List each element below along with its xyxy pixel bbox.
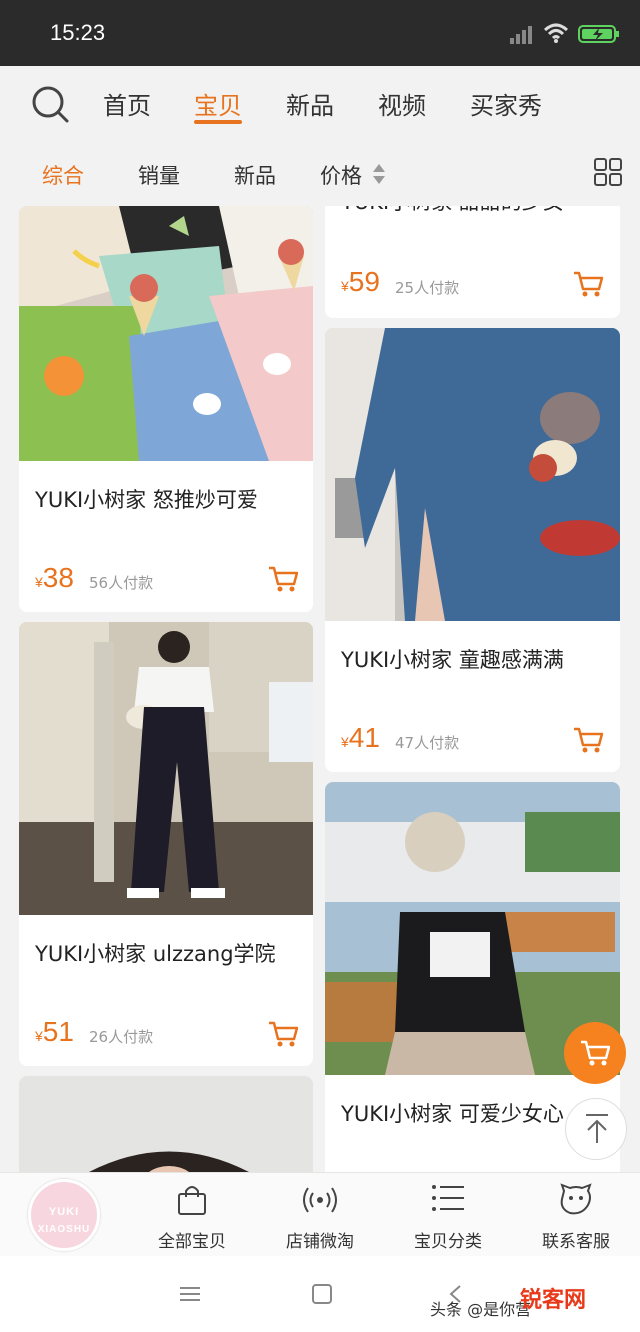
product-price: ¥41: [341, 722, 380, 753]
add-to-cart-icon[interactable]: [268, 1020, 298, 1048]
product-paid-count: 47人付款: [395, 734, 460, 752]
product-title: YUKI小树家 可爱少女心: [341, 1102, 564, 1126]
sort-new[interactable]: 新品: [234, 160, 276, 190]
tab-home[interactable]: 首页: [103, 86, 151, 121]
menu-icon[interactable]: [180, 1286, 200, 1302]
add-to-cart-icon[interactable]: [268, 565, 298, 593]
arrow-up-icon: [586, 1114, 608, 1143]
product-title: YUKI小树家 童趣感满满: [341, 648, 564, 672]
battery-icon: [578, 25, 619, 43]
product-paid-count: 56人付款: [89, 574, 154, 592]
sort-general[interactable]: 综合: [42, 160, 84, 190]
product-card[interactable]: YUKI小树家 ulzzang学院 ¥51 26人付款: [19, 622, 313, 1066]
active-tab-indicator: [194, 120, 242, 124]
product-price: ¥51: [35, 1016, 74, 1047]
watermark-brand: 锐客网: [520, 1288, 587, 1313]
product-image-model-portrait: [19, 1076, 313, 1172]
sort-arrows-icon: [373, 164, 385, 184]
product-title: YUKI小树家 怒推炒可爱: [35, 488, 258, 512]
customer-service-button[interactable]: 联系客服: [512, 1173, 640, 1257]
shop-feed-button[interactable]: 店铺微淘: [256, 1173, 384, 1257]
product-image-blue-cartoon-tee: [325, 328, 620, 621]
signal-icon: [510, 26, 532, 44]
product-grid: YUKI小树家 怒推炒可爱 ¥38 56人付款 YUKI小树家 ulzzang学…: [0, 206, 640, 1172]
back-to-top-button[interactable]: [565, 1098, 627, 1160]
sort-bar: 综合 销量 新品 价格: [0, 140, 640, 206]
shop-bottom-bar: YUKI XIAOSHU 全部宝贝 店铺微淘 宝贝分类 联系客服: [0, 1172, 640, 1256]
all-products-button[interactable]: 全部宝贝: [128, 1173, 256, 1257]
status-time: 15:23: [50, 20, 106, 45]
sort-sales[interactable]: 销量: [138, 160, 180, 190]
list-icon: [432, 1185, 464, 1211]
product-card[interactable]: YUKI小树家 甜甜的少女 ¥59 25人付款: [325, 206, 620, 318]
grid-view-icon[interactable]: [594, 158, 622, 186]
cart-icon: [581, 1040, 610, 1066]
product-price: ¥38: [35, 562, 74, 593]
add-to-cart-icon[interactable]: [573, 270, 603, 298]
product-image-model-wide-pants: [19, 622, 313, 915]
shop-logo[interactable]: YUKI XIAOSHU: [28, 1179, 100, 1251]
home-square-icon[interactable]: [312, 1284, 332, 1304]
product-price: ¥59: [341, 266, 380, 297]
tab-video[interactable]: 视频: [378, 86, 426, 121]
chat-face-icon: [560, 1183, 592, 1215]
product-title: YUKI小树家 ulzzang学院: [35, 942, 276, 966]
search-icon[interactable]: [30, 84, 70, 124]
product-paid-count: 26人付款: [89, 1028, 154, 1046]
bag-icon: [178, 1186, 206, 1215]
product-category-button[interactable]: 宝贝分类: [384, 1173, 512, 1257]
tab-buyer-show[interactable]: 买家秀: [470, 86, 542, 121]
product-paid-count: 25人付款: [395, 279, 460, 297]
sort-price[interactable]: 价格: [320, 160, 362, 190]
tab-products[interactable]: 宝贝: [194, 86, 242, 121]
product-card[interactable]: [19, 1076, 313, 1172]
wifi-icon: [543, 23, 569, 43]
product-image-embroidered-shirts: [19, 206, 313, 461]
add-to-cart-icon[interactable]: [573, 726, 603, 754]
floating-cart-button[interactable]: [564, 1022, 626, 1084]
product-card[interactable]: YUKI小树家 怒推炒可爱 ¥38 56人付款: [19, 206, 313, 612]
broadcast-icon: [303, 1187, 337, 1213]
product-card[interactable]: YUKI小树家 童趣感满满 ¥41 47人付款: [325, 328, 620, 772]
watermark-text: 头条 @是你营: [430, 1300, 532, 1319]
tab-new[interactable]: 新品: [286, 86, 334, 121]
product-title: YUKI小树家 甜甜的少女: [341, 206, 564, 216]
status-bar: 15:23: [0, 0, 640, 66]
shop-top-nav: 首页 宝贝 新品 视频 买家秀: [0, 66, 640, 140]
